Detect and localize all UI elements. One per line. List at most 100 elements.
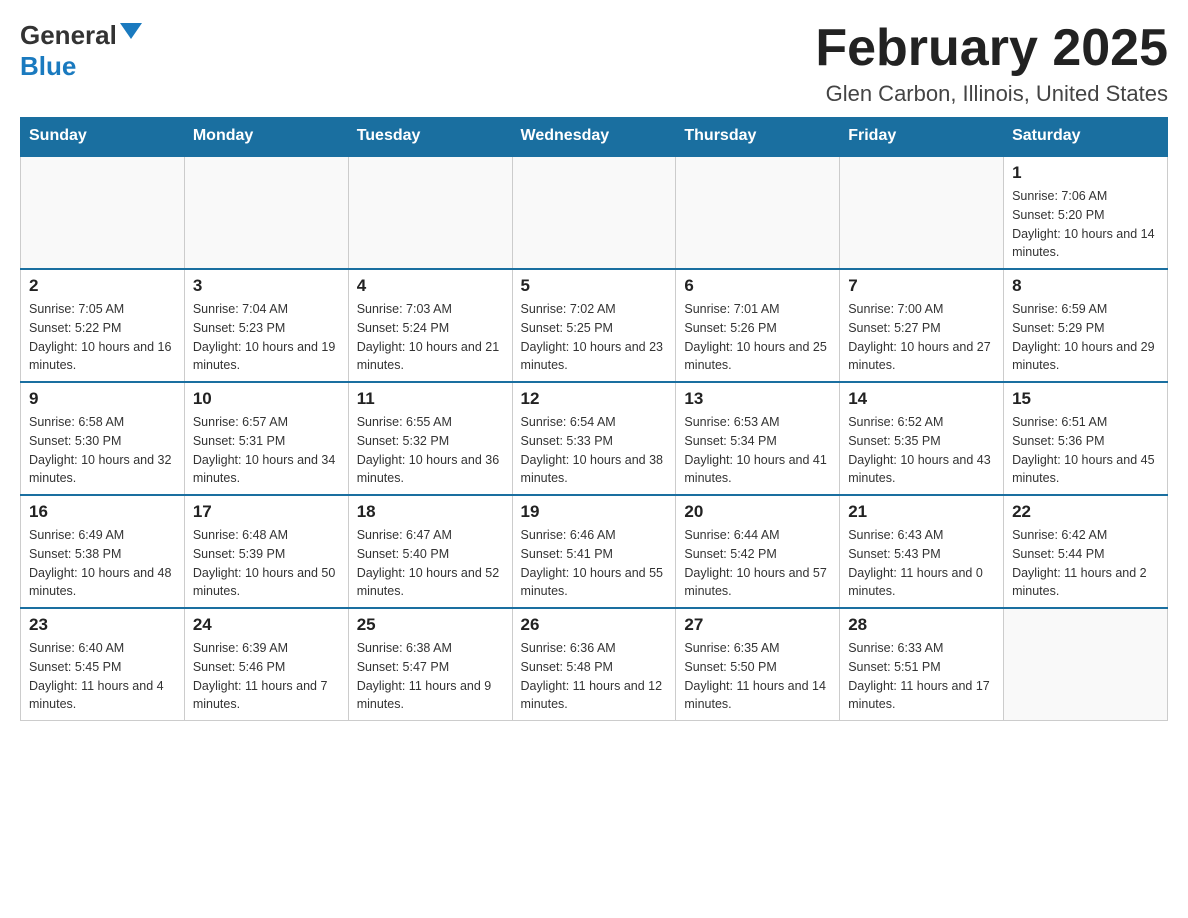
day-info: Sunrise: 6:51 AM Sunset: 5:36 PM Dayligh… bbox=[1012, 413, 1159, 488]
day-info: Sunrise: 6:39 AM Sunset: 5:46 PM Dayligh… bbox=[193, 639, 340, 714]
day-number: 24 bbox=[193, 615, 340, 635]
day-info: Sunrise: 6:57 AM Sunset: 5:31 PM Dayligh… bbox=[193, 413, 340, 488]
day-info: Sunrise: 6:43 AM Sunset: 5:43 PM Dayligh… bbox=[848, 526, 995, 601]
calendar-week-row: 1 Sunrise: 7:06 AM Sunset: 5:20 PM Daylig… bbox=[21, 156, 1168, 269]
calendar-header-tuesday: Tuesday bbox=[348, 117, 512, 156]
day-number: 11 bbox=[357, 389, 504, 409]
day-info: Sunrise: 6:52 AM Sunset: 5:35 PM Dayligh… bbox=[848, 413, 995, 488]
day-info: Sunrise: 6:38 AM Sunset: 5:47 PM Dayligh… bbox=[357, 639, 504, 714]
day-number: 21 bbox=[848, 502, 995, 522]
day-number: 4 bbox=[357, 276, 504, 296]
day-number: 14 bbox=[848, 389, 995, 409]
day-number: 16 bbox=[29, 502, 176, 522]
calendar-cell: 1 Sunrise: 7:06 AM Sunset: 5:20 PM Daylig… bbox=[1004, 156, 1168, 269]
calendar-table: SundayMondayTuesdayWednesdayThursdayFrid… bbox=[20, 117, 1168, 721]
calendar-cell: 13Sunrise: 6:53 AM Sunset: 5:34 PM Dayli… bbox=[676, 382, 840, 495]
calendar-cell: 6 Sunrise: 7:01 AM Sunset: 5:26 PM Daylig… bbox=[676, 269, 840, 382]
calendar-cell: 9 Sunrise: 6:58 AM Sunset: 5:30 PM Daylig… bbox=[21, 382, 185, 495]
day-info: Sunrise: 6:58 AM Sunset: 5:30 PM Dayligh… bbox=[29, 413, 176, 488]
calendar-cell: 2 Sunrise: 7:05 AM Sunset: 5:22 PM Daylig… bbox=[21, 269, 185, 382]
logo-triangle-icon bbox=[120, 23, 142, 39]
calendar-cell: 12 Sunrise: 6:54 AM Sunset: 5:33 PM Dayli… bbox=[512, 382, 676, 495]
calendar-cell bbox=[348, 156, 512, 269]
day-number: 23 bbox=[29, 615, 176, 635]
day-info: Sunrise: 6:48 AM Sunset: 5:39 PM Dayligh… bbox=[193, 526, 340, 601]
day-info: Sunrise: 7:00 AM Sunset: 5:27 PM Dayligh… bbox=[848, 300, 995, 375]
logo-general: General bbox=[20, 20, 117, 51]
calendar-cell: 24 Sunrise: 6:39 AM Sunset: 5:46 PM Dayli… bbox=[184, 608, 348, 721]
day-number: 22 bbox=[1012, 502, 1159, 522]
day-info: Sunrise: 6:54 AM Sunset: 5:33 PM Dayligh… bbox=[521, 413, 668, 488]
calendar-week-row: 23 Sunrise: 6:40 AM Sunset: 5:45 PM Dayli… bbox=[21, 608, 1168, 721]
logo-blue: Blue bbox=[20, 51, 76, 82]
day-info: Sunrise: 6:35 AM Sunset: 5:50 PM Dayligh… bbox=[684, 639, 831, 714]
calendar-cell: 18Sunrise: 6:47 AM Sunset: 5:40 PM Dayli… bbox=[348, 495, 512, 608]
calendar-header-row: SundayMondayTuesdayWednesdayThursdayFrid… bbox=[21, 117, 1168, 156]
calendar-cell: 28Sunrise: 6:33 AM Sunset: 5:51 PM Dayli… bbox=[840, 608, 1004, 721]
calendar-cell: 26 Sunrise: 6:36 AM Sunset: 5:48 PM Dayli… bbox=[512, 608, 676, 721]
calendar-cell: 3 Sunrise: 7:04 AM Sunset: 5:23 PM Daylig… bbox=[184, 269, 348, 382]
day-info: Sunrise: 6:55 AM Sunset: 5:32 PM Dayligh… bbox=[357, 413, 504, 488]
day-info: Sunrise: 6:46 AM Sunset: 5:41 PM Dayligh… bbox=[521, 526, 668, 601]
calendar-week-row: 16Sunrise: 6:49 AM Sunset: 5:38 PM Dayli… bbox=[21, 495, 1168, 608]
day-number: 25 bbox=[357, 615, 504, 635]
calendar-cell: 7 Sunrise: 7:00 AM Sunset: 5:27 PM Daylig… bbox=[840, 269, 1004, 382]
day-number: 13 bbox=[684, 389, 831, 409]
day-info: Sunrise: 7:05 AM Sunset: 5:22 PM Dayligh… bbox=[29, 300, 176, 375]
day-number: 6 bbox=[684, 276, 831, 296]
calendar-cell: 20 Sunrise: 6:44 AM Sunset: 5:42 PM Dayli… bbox=[676, 495, 840, 608]
day-number: 9 bbox=[29, 389, 176, 409]
calendar-cell bbox=[512, 156, 676, 269]
calendar-cell: 27 Sunrise: 6:35 AM Sunset: 5:50 PM Dayli… bbox=[676, 608, 840, 721]
day-info: Sunrise: 6:36 AM Sunset: 5:48 PM Dayligh… bbox=[521, 639, 668, 714]
calendar-cell bbox=[21, 156, 185, 269]
calendar-header-sunday: Sunday bbox=[21, 117, 185, 156]
day-number: 10 bbox=[193, 389, 340, 409]
calendar-header-thursday: Thursday bbox=[676, 117, 840, 156]
day-info: Sunrise: 6:44 AM Sunset: 5:42 PM Dayligh… bbox=[684, 526, 831, 601]
day-number: 5 bbox=[521, 276, 668, 296]
day-info: Sunrise: 7:03 AM Sunset: 5:24 PM Dayligh… bbox=[357, 300, 504, 375]
day-info: Sunrise: 7:04 AM Sunset: 5:23 PM Dayligh… bbox=[193, 300, 340, 375]
day-number: 2 bbox=[29, 276, 176, 296]
day-number: 7 bbox=[848, 276, 995, 296]
calendar-header-saturday: Saturday bbox=[1004, 117, 1168, 156]
calendar-cell bbox=[676, 156, 840, 269]
day-info: Sunrise: 6:40 AM Sunset: 5:45 PM Dayligh… bbox=[29, 639, 176, 714]
calendar-header-wednesday: Wednesday bbox=[512, 117, 676, 156]
day-number: 3 bbox=[193, 276, 340, 296]
title-area: February 2025 Glen Carbon, Illinois, Uni… bbox=[815, 20, 1168, 107]
calendar-cell: 14 Sunrise: 6:52 AM Sunset: 5:35 PM Dayli… bbox=[840, 382, 1004, 495]
page-header: General Blue February 2025 Glen Carbon, … bbox=[20, 20, 1168, 107]
day-number: 20 bbox=[684, 502, 831, 522]
day-number: 12 bbox=[521, 389, 668, 409]
calendar-cell: 23 Sunrise: 6:40 AM Sunset: 5:45 PM Dayli… bbox=[21, 608, 185, 721]
day-number: 1 bbox=[1012, 163, 1159, 183]
calendar-cell: 8 Sunrise: 6:59 AM Sunset: 5:29 PM Daylig… bbox=[1004, 269, 1168, 382]
day-info: Sunrise: 6:59 AM Sunset: 5:29 PM Dayligh… bbox=[1012, 300, 1159, 375]
calendar-cell: 4 Sunrise: 7:03 AM Sunset: 5:24 PM Daylig… bbox=[348, 269, 512, 382]
day-number: 26 bbox=[521, 615, 668, 635]
day-number: 27 bbox=[684, 615, 831, 635]
day-info: Sunrise: 7:01 AM Sunset: 5:26 PM Dayligh… bbox=[684, 300, 831, 375]
calendar-cell: 21 Sunrise: 6:43 AM Sunset: 5:43 PM Dayli… bbox=[840, 495, 1004, 608]
calendar-cell bbox=[840, 156, 1004, 269]
calendar-header-monday: Monday bbox=[184, 117, 348, 156]
calendar-week-row: 9 Sunrise: 6:58 AM Sunset: 5:30 PM Daylig… bbox=[21, 382, 1168, 495]
day-number: 8 bbox=[1012, 276, 1159, 296]
day-number: 19 bbox=[521, 502, 668, 522]
day-info: Sunrise: 7:06 AM Sunset: 5:20 PM Dayligh… bbox=[1012, 187, 1159, 262]
month-title: February 2025 bbox=[815, 20, 1168, 77]
logo: General Blue bbox=[20, 20, 142, 82]
calendar-cell: 22 Sunrise: 6:42 AM Sunset: 5:44 PM Dayli… bbox=[1004, 495, 1168, 608]
calendar-cell: 25 Sunrise: 6:38 AM Sunset: 5:47 PM Dayli… bbox=[348, 608, 512, 721]
location-title: Glen Carbon, Illinois, United States bbox=[815, 81, 1168, 107]
calendar-cell bbox=[1004, 608, 1168, 721]
day-info: Sunrise: 6:47 AM Sunset: 5:40 PM Dayligh… bbox=[357, 526, 504, 601]
calendar-cell: 15Sunrise: 6:51 AM Sunset: 5:36 PM Dayli… bbox=[1004, 382, 1168, 495]
calendar-cell: 11 Sunrise: 6:55 AM Sunset: 5:32 PM Dayli… bbox=[348, 382, 512, 495]
calendar-header-friday: Friday bbox=[840, 117, 1004, 156]
calendar-cell: 10 Sunrise: 6:57 AM Sunset: 5:31 PM Dayli… bbox=[184, 382, 348, 495]
calendar-cell: 5Sunrise: 7:02 AM Sunset: 5:25 PM Daylig… bbox=[512, 269, 676, 382]
day-info: Sunrise: 6:42 AM Sunset: 5:44 PM Dayligh… bbox=[1012, 526, 1159, 601]
